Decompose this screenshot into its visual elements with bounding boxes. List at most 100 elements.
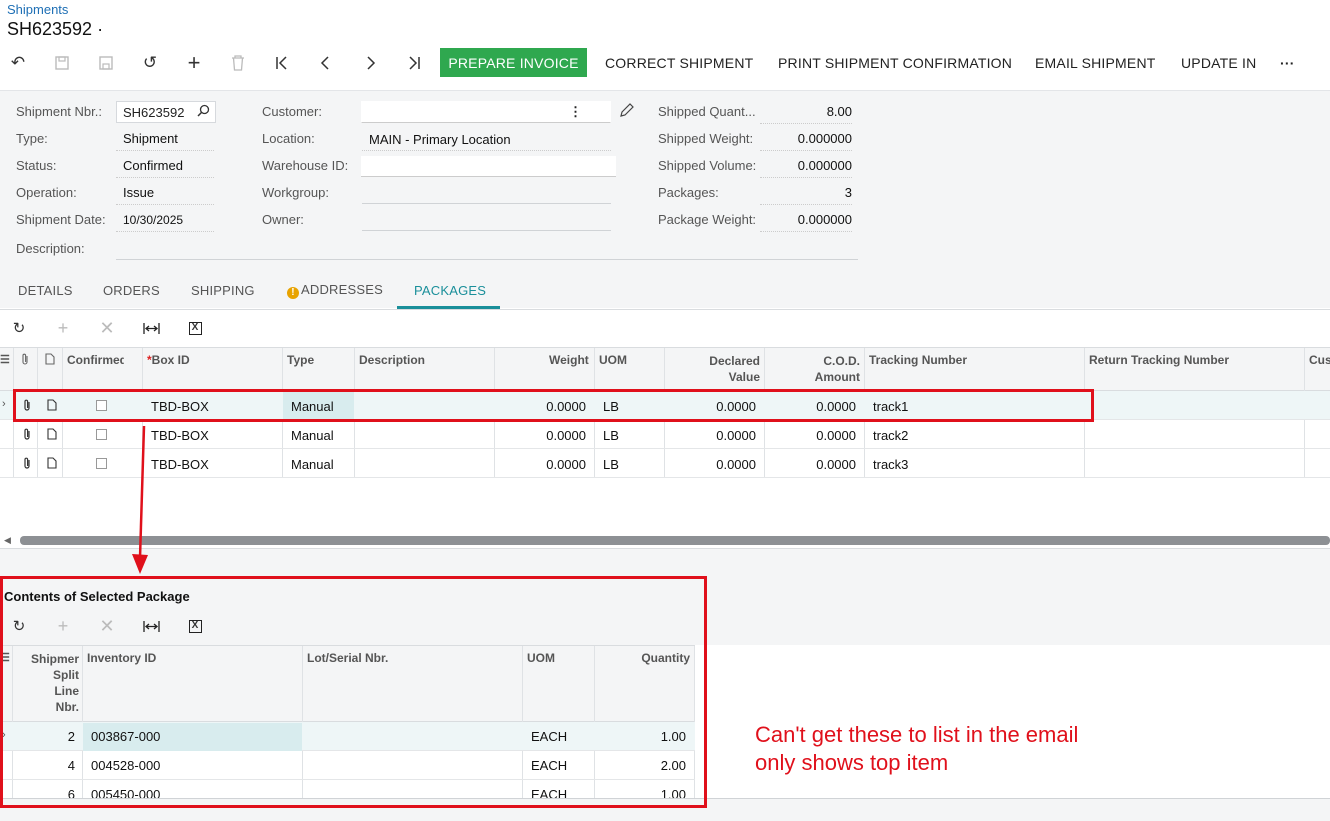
weight-column-header[interactable]: Weight xyxy=(549,353,589,367)
customer-options-icon[interactable]: ⋮ xyxy=(569,104,582,120)
tabs-divider xyxy=(0,309,1330,310)
operation-value[interactable]: Issue xyxy=(116,185,214,205)
delete-icon[interactable] xyxy=(227,52,249,74)
type-value[interactable]: Shipment xyxy=(116,131,214,151)
row-selected-chevron-icon: › xyxy=(2,398,6,410)
cod-amount-cell[interactable]: 0.0000 xyxy=(770,457,856,472)
next-record-icon[interactable] xyxy=(359,52,381,74)
annotation-highlight-row xyxy=(13,389,1094,422)
last-record-icon[interactable] xyxy=(403,52,425,74)
declared-value-cell[interactable]: 0.0000 xyxy=(670,428,756,443)
cod-amount-header-line-2: Amount xyxy=(814,370,860,384)
tracking-number-cell[interactable]: track3 xyxy=(873,457,908,472)
row-selector-header-icon: ☰ xyxy=(0,354,10,366)
confirmed-column-header[interactable]: Confirmed xyxy=(67,353,124,367)
type-cell[interactable]: Manual xyxy=(291,457,334,472)
cod-amount-header-line-1: C.O.D. xyxy=(823,354,860,368)
cod-amount-cell[interactable]: 0.0000 xyxy=(770,428,856,443)
save-icon[interactable] xyxy=(95,52,117,74)
tracking-number-cell[interactable]: track2 xyxy=(873,428,908,443)
return-tracking-number-column-header[interactable]: Return Tracking Number xyxy=(1089,353,1229,367)
add-icon[interactable]: + xyxy=(183,50,205,75)
breadcrumb-shipments[interactable]: Shipments xyxy=(7,2,68,17)
box-id-column-header[interactable]: *Box ID xyxy=(147,353,190,367)
description-column-header[interactable]: Description xyxy=(359,353,425,367)
declared-value-column-header[interactable]: Declared Value xyxy=(668,353,760,385)
box-id-cell[interactable]: TBD-BOX xyxy=(151,457,209,472)
fit-columns-icon[interactable] xyxy=(140,317,162,339)
attachment-icon[interactable] xyxy=(22,428,32,444)
declared-value-cell[interactable]: 0.0000 xyxy=(670,457,756,472)
refresh-icon[interactable]: ↻ xyxy=(8,317,30,339)
cod-amount-column-header[interactable]: C.O.D. Amount xyxy=(768,353,860,385)
note-icon[interactable] xyxy=(47,457,57,472)
back-icon[interactable]: ↶ xyxy=(7,52,29,74)
shipment-nbr-field[interactable]: SH623592 xyxy=(116,101,216,123)
warehouse-id-field[interactable] xyxy=(361,156,616,177)
shipment-date-value[interactable]: 10/30/2025 xyxy=(116,212,214,232)
uom-cell[interactable]: LB xyxy=(603,428,619,443)
save-close-icon[interactable] xyxy=(51,52,73,74)
tab-orders[interactable]: ORDERS xyxy=(103,283,160,298)
workgroup-label: Workgroup: xyxy=(262,185,329,200)
annotation-note-line-1: Can't get these to list in the email xyxy=(755,722,1079,747)
warehouse-id-label: Warehouse ID: xyxy=(262,158,349,173)
more-actions-icon[interactable]: ··· xyxy=(1280,55,1295,71)
tab-shipping[interactable]: SHIPPING xyxy=(191,283,255,298)
confirmed-checkbox[interactable] xyxy=(96,458,107,469)
package-weight-value: 0.000000 xyxy=(760,212,852,232)
scroll-left-icon[interactable]: ◀ xyxy=(4,535,11,546)
note-header-icon xyxy=(45,353,55,368)
weight-cell[interactable]: 0.0000 xyxy=(500,428,586,443)
note-icon[interactable] xyxy=(47,428,57,443)
email-shipment-button[interactable]: EMAIL SHIPMENT xyxy=(1035,55,1156,71)
type-cell[interactable]: Manual xyxy=(291,428,334,443)
shipped-weight-value: 0.000000 xyxy=(760,131,852,151)
previous-record-icon[interactable] xyxy=(315,52,337,74)
location-value[interactable]: MAIN - Primary Location xyxy=(362,131,611,151)
declared-value-header-line-2: Value xyxy=(728,370,760,384)
owner-field[interactable] xyxy=(362,230,611,231)
export-excel-icon[interactable]: X xyxy=(184,317,206,339)
customer-field[interactable]: ⋮ xyxy=(361,101,611,123)
declared-value-header-line-1: Declared xyxy=(709,354,760,368)
tracking-number-column-header[interactable]: Tracking Number xyxy=(869,353,967,367)
horizontal-scrollbar[interactable] xyxy=(20,536,1330,545)
edit-pencil-icon[interactable] xyxy=(619,103,634,121)
uom-cell[interactable]: LB xyxy=(603,457,619,472)
delete-row-icon[interactable]: ✕ xyxy=(96,317,118,339)
page-title: SH623592 · xyxy=(7,19,104,39)
confirmed-checkbox[interactable] xyxy=(96,429,107,440)
type-column-header[interactable]: Type xyxy=(287,353,314,367)
prepare-invoice-button[interactable]: PREPARE INVOICE xyxy=(440,48,587,77)
uom-column-header[interactable]: UOM xyxy=(599,353,627,367)
first-record-icon[interactable] xyxy=(271,52,293,74)
shipped-quantity-label: Shipped Quant... xyxy=(658,104,756,119)
box-id-cell[interactable]: TBD-BOX xyxy=(151,428,209,443)
update-in-button[interactable]: UPDATE IN xyxy=(1181,55,1256,71)
add-row-icon[interactable]: + xyxy=(52,317,74,339)
packages-label: Packages: xyxy=(658,185,719,200)
type-label: Type: xyxy=(16,131,48,146)
tab-details[interactable]: DETAILS xyxy=(18,283,73,298)
packages-value: 3 xyxy=(760,185,852,205)
correct-shipment-button[interactable]: CORRECT SHIPMENT xyxy=(605,55,753,71)
package-weight-label: Package Weight: xyxy=(658,212,757,227)
location-label: Location: xyxy=(262,131,315,146)
workgroup-field[interactable] xyxy=(362,203,611,204)
status-value: Confirmed xyxy=(116,158,214,178)
tab-addresses-label: ADDRESSES xyxy=(301,282,383,297)
undo-icon[interactable]: ↺ xyxy=(139,52,161,74)
owner-label: Owner: xyxy=(262,212,304,227)
tab-packages[interactable]: PACKAGES xyxy=(414,283,486,298)
print-shipment-confirmation-button[interactable]: PRINT SHIPMENT CONFIRMATION xyxy=(778,55,1012,71)
annotation-note-line-2: only shows top item xyxy=(755,750,949,775)
warning-icon: ! xyxy=(287,287,299,299)
attachment-icon[interactable] xyxy=(22,457,32,473)
search-icon[interactable] xyxy=(197,104,210,120)
customer-label: Customer: xyxy=(262,104,322,119)
tab-addresses[interactable]: ! ADDRESSES xyxy=(287,282,383,299)
weight-cell[interactable]: 0.0000 xyxy=(500,457,586,472)
customer-column-header[interactable]: Cus xyxy=(1309,353,1330,367)
description-field[interactable] xyxy=(116,259,858,260)
